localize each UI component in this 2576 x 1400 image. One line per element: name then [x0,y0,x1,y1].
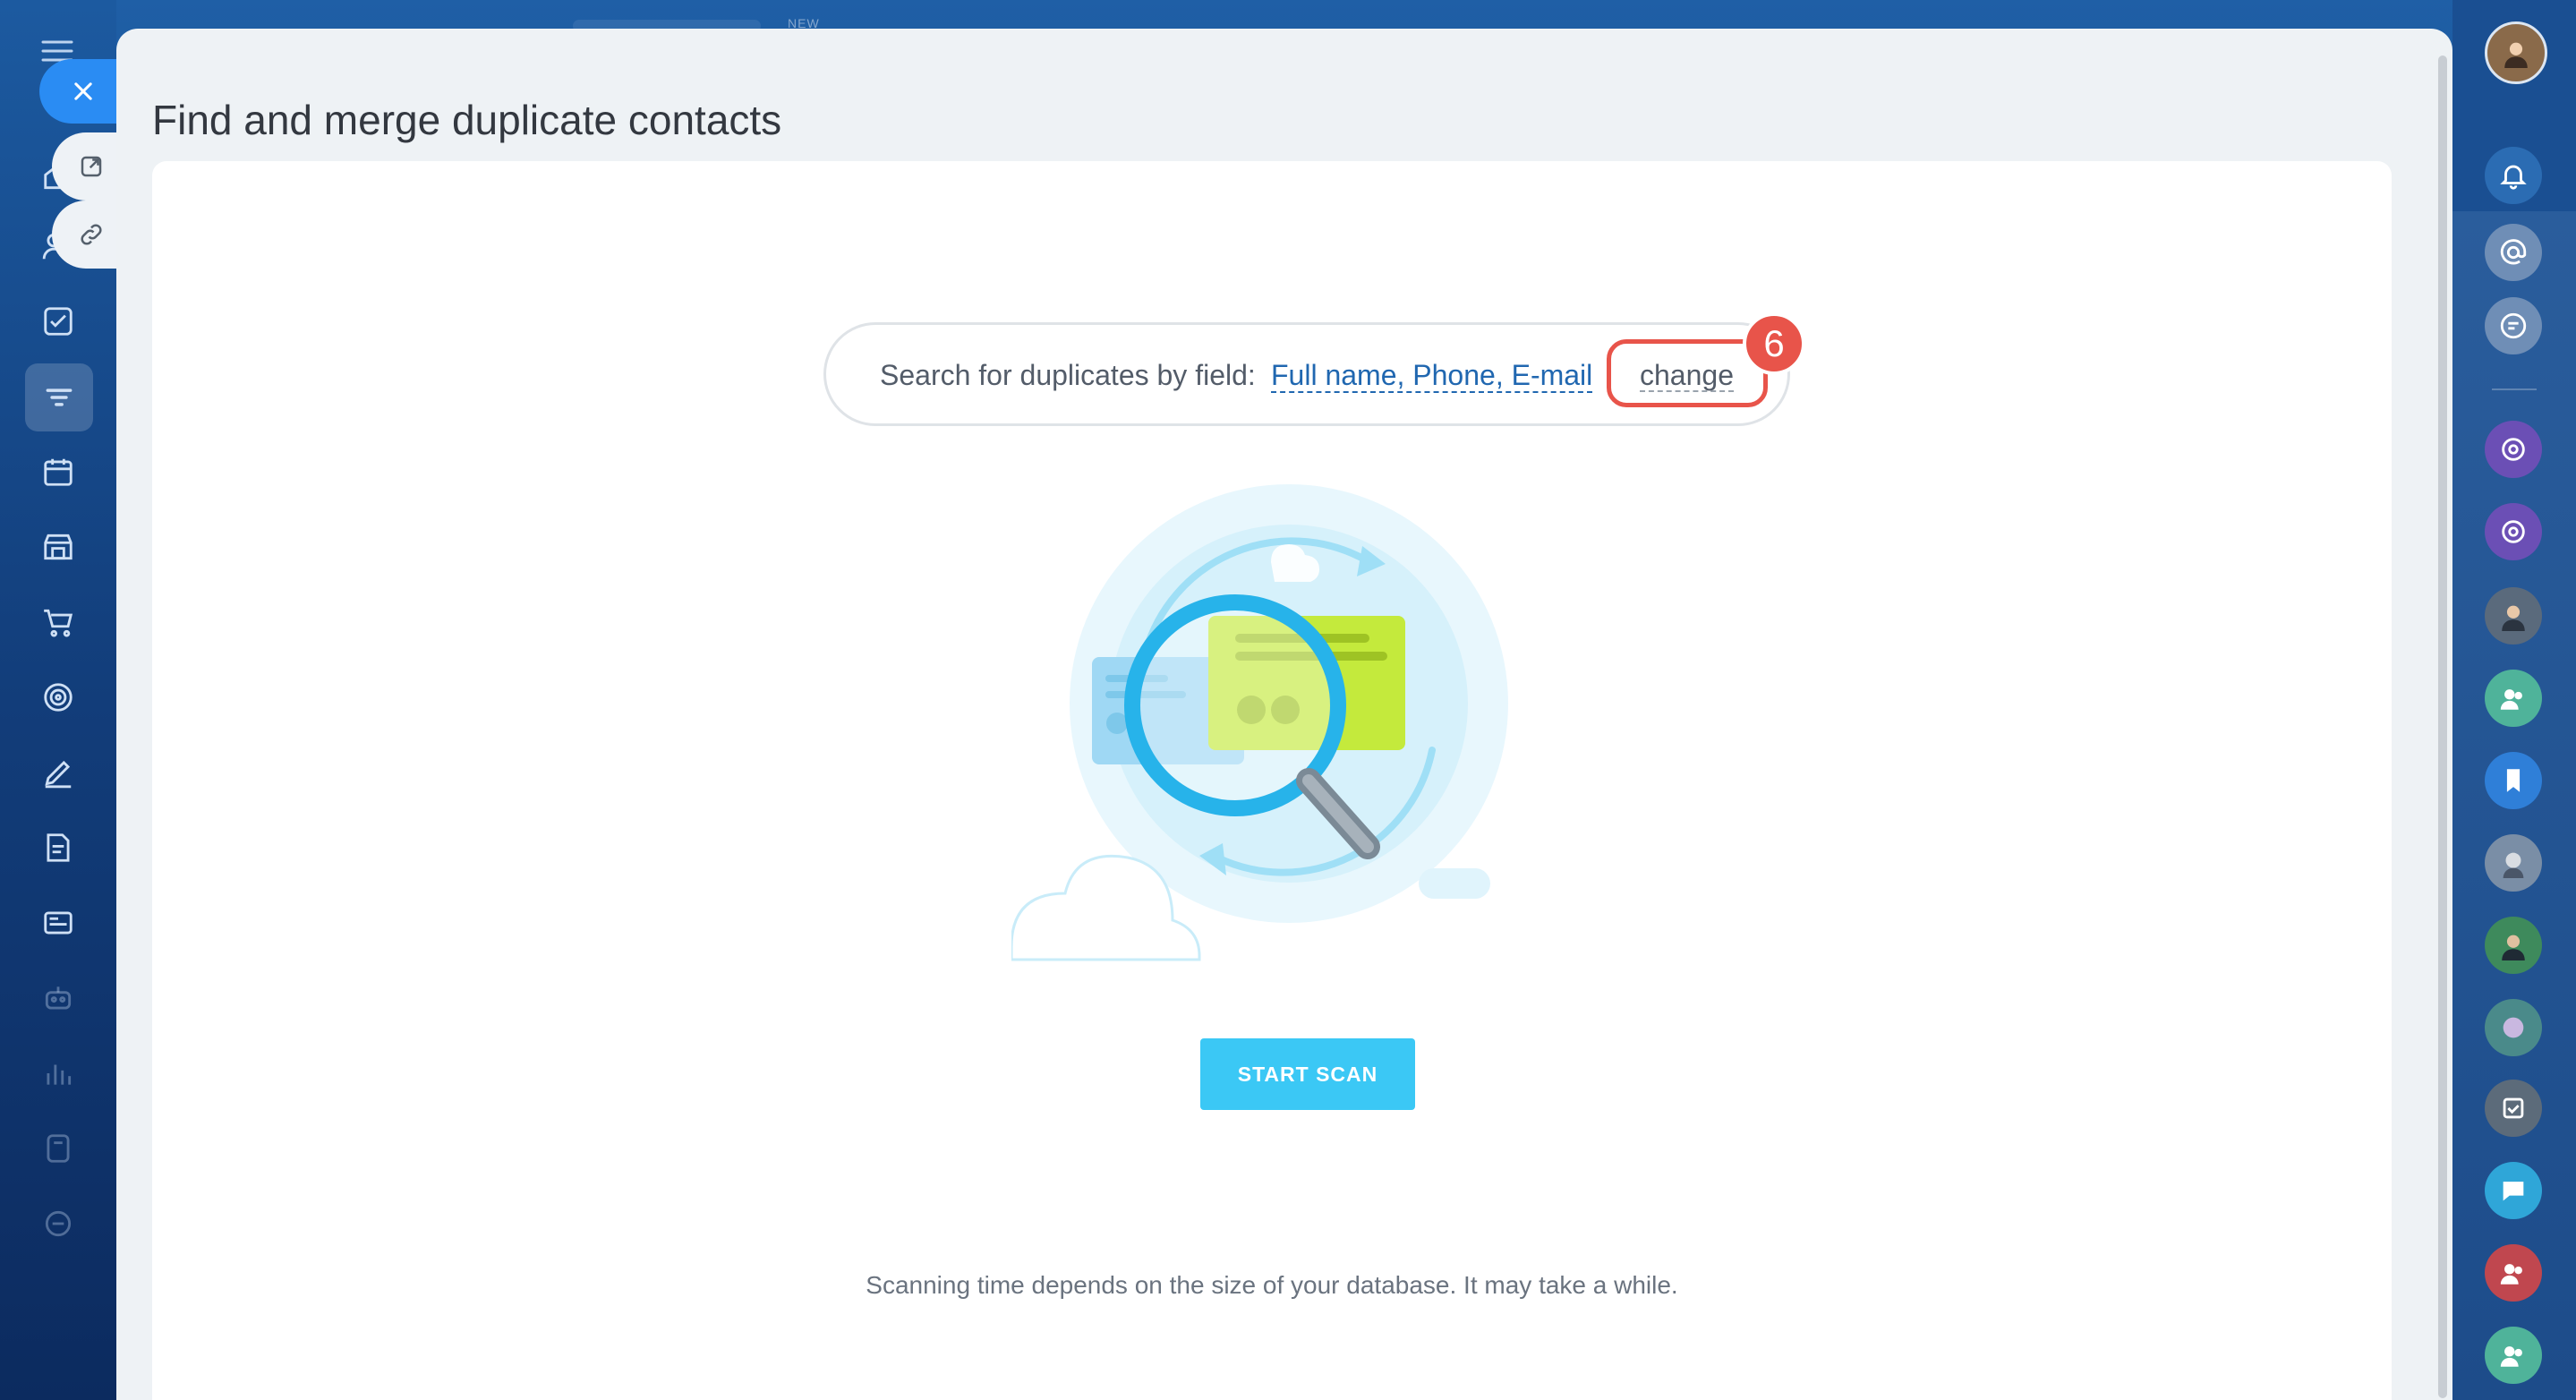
start-scan-button[interactable]: START SCAN [1200,1038,1415,1110]
tasks-icon[interactable] [36,299,81,344]
analytics-icon[interactable] [36,1051,81,1096]
sign-icon[interactable] [36,750,81,795]
avatar[interactable] [2485,999,2542,1056]
at-icon[interactable] [2485,224,2542,281]
avatar[interactable] [2485,917,2542,974]
store-icon[interactable] [36,525,81,569]
close-icon [74,82,92,100]
openline-icon[interactable] [2485,421,2542,478]
avatar[interactable] [2485,21,2547,84]
chat-icon[interactable] [2485,1162,2542,1219]
right-sidebar [2452,0,2576,1400]
avatar[interactable] [2485,834,2542,892]
scan-time-hint: Scanning time depends on the size of you… [866,1271,1678,1299]
search-field-label: Search for duplicates by field: [880,359,1256,391]
calendar-icon[interactable] [36,449,81,494]
step-number-badge: 6 [1743,312,1805,375]
documents-icon[interactable] [36,825,81,870]
cart-icon[interactable] [36,600,81,645]
crm-filter-icon[interactable] [25,363,93,431]
bookmark-icon[interactable] [2485,752,2542,809]
scan-illustration [1011,484,1508,961]
content-card: Search for duplicates by field: Full nam… [152,161,2392,1400]
external-link-icon [81,156,102,177]
rail-divider [2492,388,2537,390]
task-icon[interactable] [2485,1080,2542,1137]
openline-icon[interactable] [2485,503,2542,560]
open-in-new-window-button[interactable] [52,132,122,201]
scrollbar[interactable] [2438,55,2447,1398]
bell-icon[interactable] [2485,147,2542,204]
group-icon[interactable] [2485,1244,2542,1302]
robot-icon[interactable] [36,976,81,1020]
group-icon[interactable] [2485,670,2542,727]
close-slider-button[interactable] [39,59,122,124]
selected-fields-link[interactable]: Full name, Phone, E-mail [1271,359,1593,393]
target-icon[interactable] [36,675,81,720]
chat-search-icon[interactable] [2485,297,2542,354]
page-title: Find and merge duplicate contacts [152,96,782,143]
link-icon [81,224,102,245]
slider-panel: Find and merge duplicate contacts Search… [116,29,2452,1400]
scanner-icon[interactable] [36,1126,81,1171]
box-icon[interactable] [36,1201,81,1246]
news-icon[interactable] [36,901,81,945]
group-icon[interactable] [2485,1327,2542,1384]
avatar[interactable] [2485,587,2542,645]
copy-link-button[interactable] [52,201,122,269]
duplicate-search-settings: Search for duplicates by field: Full nam… [823,312,1805,426]
change-fields-link[interactable]: change [1640,360,1734,392]
